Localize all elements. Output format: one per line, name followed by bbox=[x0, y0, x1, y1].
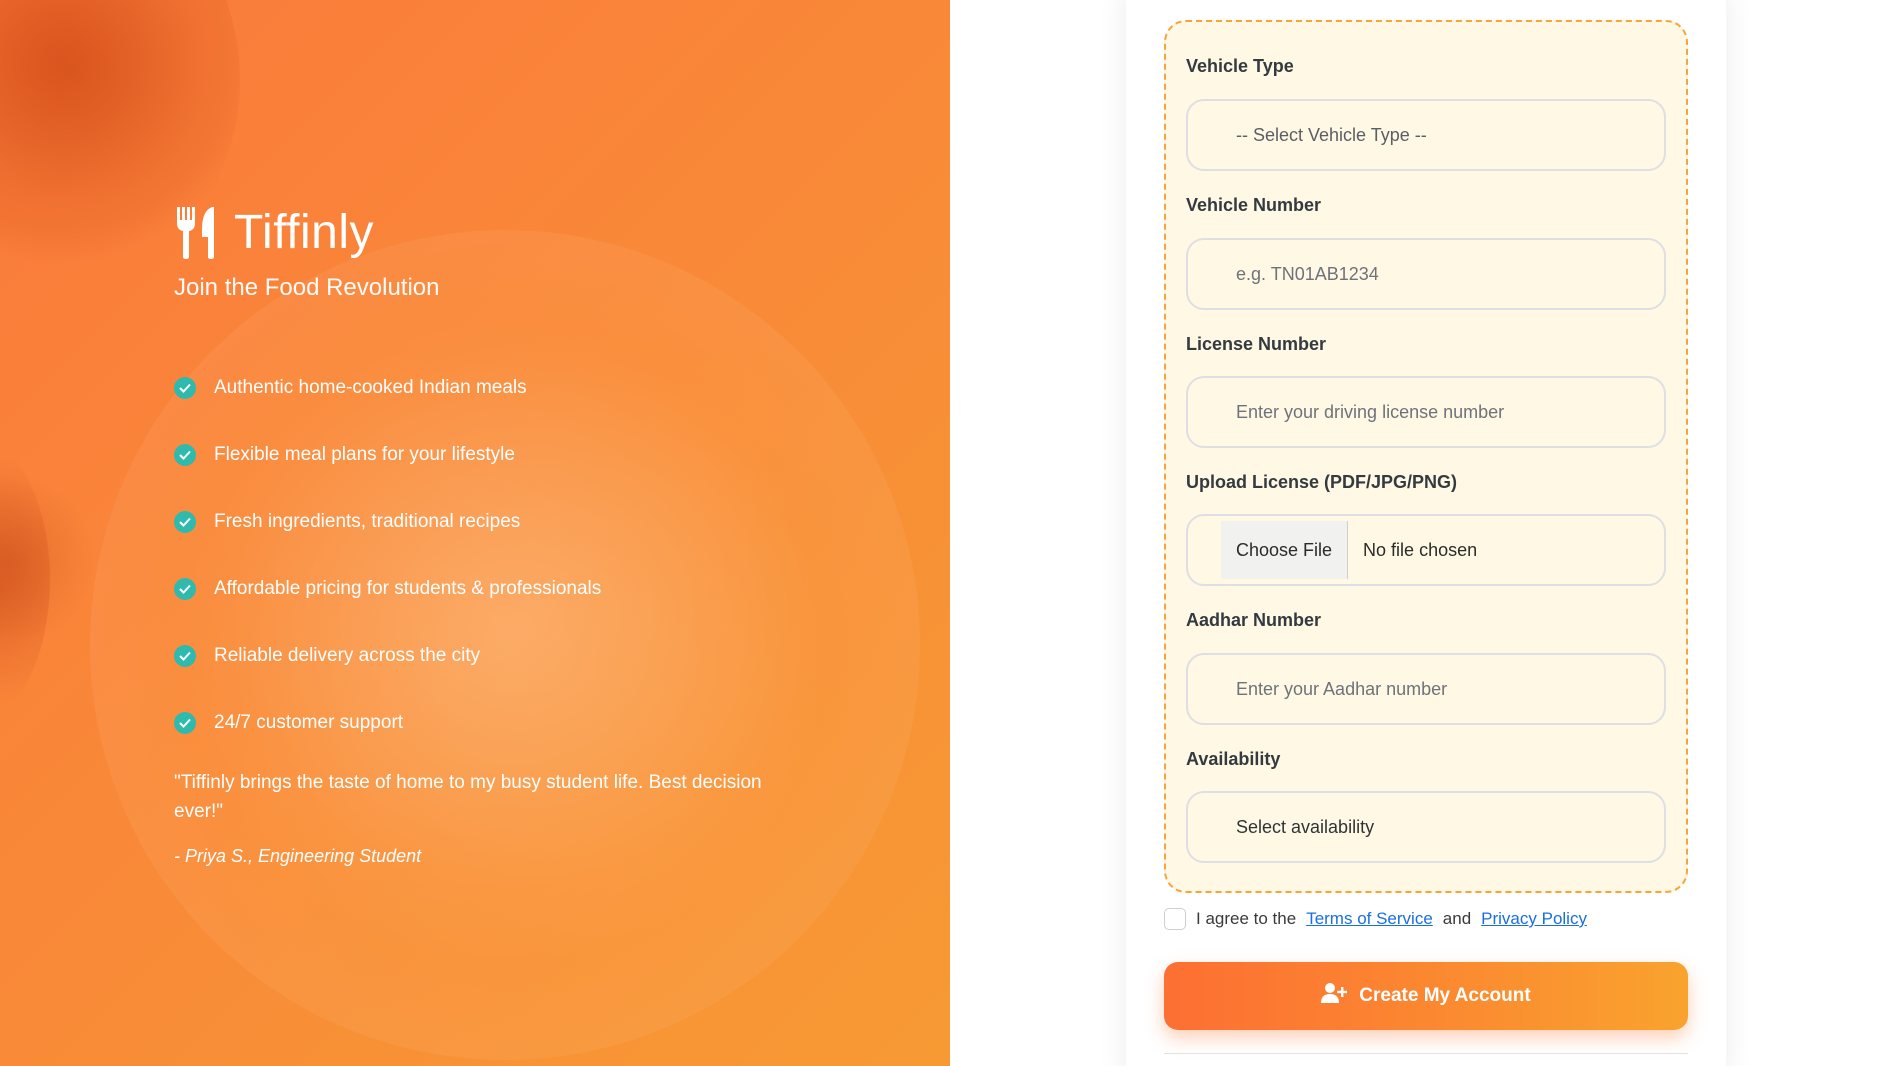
availability-label: Availability bbox=[1186, 749, 1281, 769]
create-account-button[interactable]: Create My Account bbox=[1164, 962, 1688, 1030]
testimonial-quote: "Tiffinly brings the taste of home to my… bbox=[174, 772, 762, 822]
feature-item: Flexible meal plans for your lifestyle bbox=[174, 421, 814, 488]
aadhar-number-placeholder: Enter your Aadhar number bbox=[1236, 678, 1448, 699]
license-number-input[interactable]: Enter your driving license number bbox=[1186, 376, 1666, 448]
choose-file-button[interactable]: Choose File bbox=[1221, 521, 1349, 579]
feature-text: Fresh ingredients, traditional recipes bbox=[214, 510, 521, 532]
vehicle-type-selected: -- Select Vehicle Type -- bbox=[1236, 124, 1427, 145]
check-circle-icon bbox=[174, 644, 196, 667]
brand-name: Tiffinly bbox=[234, 205, 375, 259]
upload-license-label: Upload License (PDF/JPG/PNG) bbox=[1186, 472, 1458, 492]
utensils-icon bbox=[174, 205, 220, 259]
privacy-policy-link[interactable]: Privacy Policy bbox=[1481, 909, 1587, 929]
user-plus-icon bbox=[1321, 982, 1348, 1010]
availability-selected: Select availability bbox=[1236, 816, 1375, 837]
check-circle-icon bbox=[174, 443, 196, 466]
delivery-details-section: Vehicle Type -- Select Vehicle Type -- V… bbox=[1164, 20, 1688, 893]
testimonial-author: - Priya S., Engineering Student bbox=[174, 846, 422, 866]
feature-item: 24/7 customer support bbox=[174, 689, 814, 756]
availability-select[interactable]: Select availability bbox=[1186, 791, 1666, 863]
registration-form: Vehicle Type -- Select Vehicle Type -- V… bbox=[1126, 0, 1726, 1066]
feature-item: Affordable pricing for students & profes… bbox=[174, 555, 814, 622]
create-account-label: Create My Account bbox=[1359, 985, 1531, 1006]
tagline: Join the Food Revolution bbox=[174, 274, 440, 301]
side-bowl-image bbox=[0, 430, 50, 730]
agree-conjunction: and bbox=[1442, 909, 1472, 928]
check-circle-icon bbox=[174, 577, 196, 600]
vehicle-number-label: Vehicle Number bbox=[1186, 195, 1322, 215]
license-number-placeholder: Enter your driving license number bbox=[1236, 401, 1505, 422]
hero-content: Tiffinly Join the Food Revolution Authen… bbox=[174, 200, 814, 867]
vehicle-type-select[interactable]: -- Select Vehicle Type -- bbox=[1186, 99, 1666, 171]
feature-item: Fresh ingredients, traditional recipes bbox=[174, 488, 814, 555]
feature-text: Reliable delivery across the city bbox=[214, 644, 481, 666]
aadhar-number-label: Aadhar Number bbox=[1186, 610, 1322, 630]
feature-text: Flexible meal plans for your lifestyle bbox=[214, 443, 515, 465]
feature-text: Authentic home-cooked Indian meals bbox=[214, 376, 527, 398]
file-status: No file chosen bbox=[1363, 539, 1478, 560]
check-circle-icon bbox=[174, 510, 196, 533]
vehicle-type-label: Vehicle Type bbox=[1186, 56, 1294, 76]
license-number-label: License Number bbox=[1186, 334, 1327, 354]
terms-agreement: I agree to the Terms of Service and Priv… bbox=[1164, 908, 1587, 930]
check-circle-icon bbox=[174, 711, 196, 734]
vehicle-number-placeholder: e.g. TN01AB1234 bbox=[1236, 263, 1379, 284]
feature-item: Reliable delivery across the city bbox=[174, 622, 814, 689]
check-circle-icon bbox=[174, 376, 196, 399]
feature-list: Authentic home-cooked Indian meals Flexi… bbox=[174, 354, 814, 756]
divider bbox=[1164, 1053, 1688, 1054]
hero-panel: Tiffinly Join the Food Revolution Authen… bbox=[0, 0, 950, 1066]
vehicle-number-input[interactable]: e.g. TN01AB1234 bbox=[1186, 238, 1666, 310]
feature-text: Affordable pricing for students & profes… bbox=[214, 577, 602, 599]
brand: Tiffinly bbox=[174, 200, 814, 264]
agree-prefix: I agree to the bbox=[1196, 909, 1297, 928]
terms-of-service-link[interactable]: Terms of Service bbox=[1306, 909, 1433, 929]
license-file-input[interactable]: Choose File No file chosen bbox=[1186, 514, 1666, 586]
feature-text: 24/7 customer support bbox=[214, 711, 404, 733]
feature-item: Authentic home-cooked Indian meals bbox=[174, 354, 814, 421]
aadhar-number-input[interactable]: Enter your Aadhar number bbox=[1186, 653, 1666, 725]
terms-checkbox[interactable] bbox=[1164, 908, 1186, 930]
